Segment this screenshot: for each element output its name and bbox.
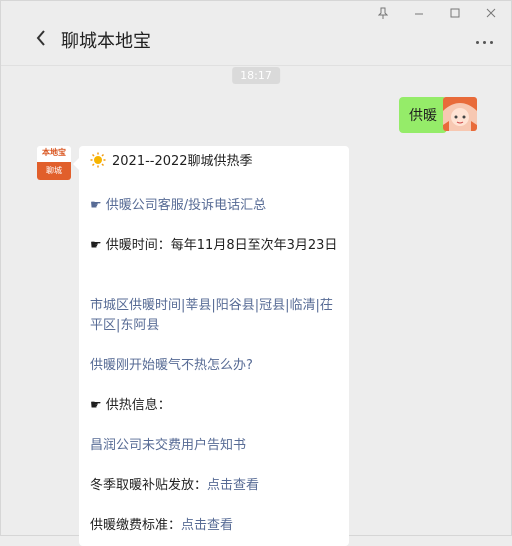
customer-service-link[interactable]: ☛ 供暖公司客服/投诉电话汇总	[90, 196, 340, 216]
title-bar: 聊城本地宝	[1, 1, 511, 66]
heating-time-text: ☛ 供暖时间：每年11月8日至次年3月23日	[90, 238, 338, 253]
heating-fee-link[interactable]: 点击查看	[181, 518, 233, 533]
card-title-row: 2021--2022聊城供热季	[90, 152, 340, 172]
heating-not-warm-link[interactable]: 供暖刚开始暖气不热怎么办?	[90, 356, 340, 376]
window-controls	[373, 5, 501, 21]
back-arrow-icon[interactable]	[35, 29, 51, 49]
user-avatar[interactable]	[443, 97, 477, 131]
county-heating-links[interactable]: 市城区供暖时间|莘县|阳谷县|冠县|临清|茌平区|东阿县	[90, 296, 340, 336]
close-icon[interactable]	[481, 5, 501, 21]
chat-title: 聊城本地宝	[61, 31, 151, 52]
timestamp: 18:17	[232, 67, 280, 84]
sent-message-bubble[interactable]: 供暖	[399, 97, 453, 133]
maximize-icon[interactable]	[445, 5, 465, 21]
chat-window: 聊城本地宝 18:17 供暖 本地宝 聊城 2021--2022聊城供热季 ☛ …	[0, 0, 512, 546]
official-account-avatar[interactable]: 本地宝 聊城	[37, 146, 71, 180]
heating-fee-label: 供暖缴费标准：	[90, 518, 182, 533]
unpaid-users-notice-link[interactable]: 昌润公司未交费用户告知书	[90, 436, 340, 456]
heating-subsidy-label: 冬季取暖补贴发放：	[90, 478, 208, 493]
minimize-icon[interactable]	[409, 5, 429, 21]
message-card: 2021--2022聊城供热季 ☛ 供暖公司客服/投诉电话汇总 ☛ 供暖时间：每…	[73, 146, 349, 546]
more-options-icon[interactable]	[476, 41, 493, 44]
sun-icon	[90, 152, 106, 168]
heating-subsidy-row: 冬季取暖补贴发放：点击查看	[90, 476, 340, 496]
heating-info-label: ☛ 供热信息：	[90, 398, 171, 413]
avatar-label-bottom: 聊城	[37, 162, 71, 180]
avatar-label-top: 本地宝	[37, 146, 71, 162]
heating-fee-row: 供暖缴费标准：点击查看	[90, 516, 340, 536]
pin-icon[interactable]	[373, 5, 393, 21]
heating-subsidy-link[interactable]: 点击查看	[207, 478, 259, 493]
card-title: 2021--2022聊城供热季	[112, 154, 253, 169]
